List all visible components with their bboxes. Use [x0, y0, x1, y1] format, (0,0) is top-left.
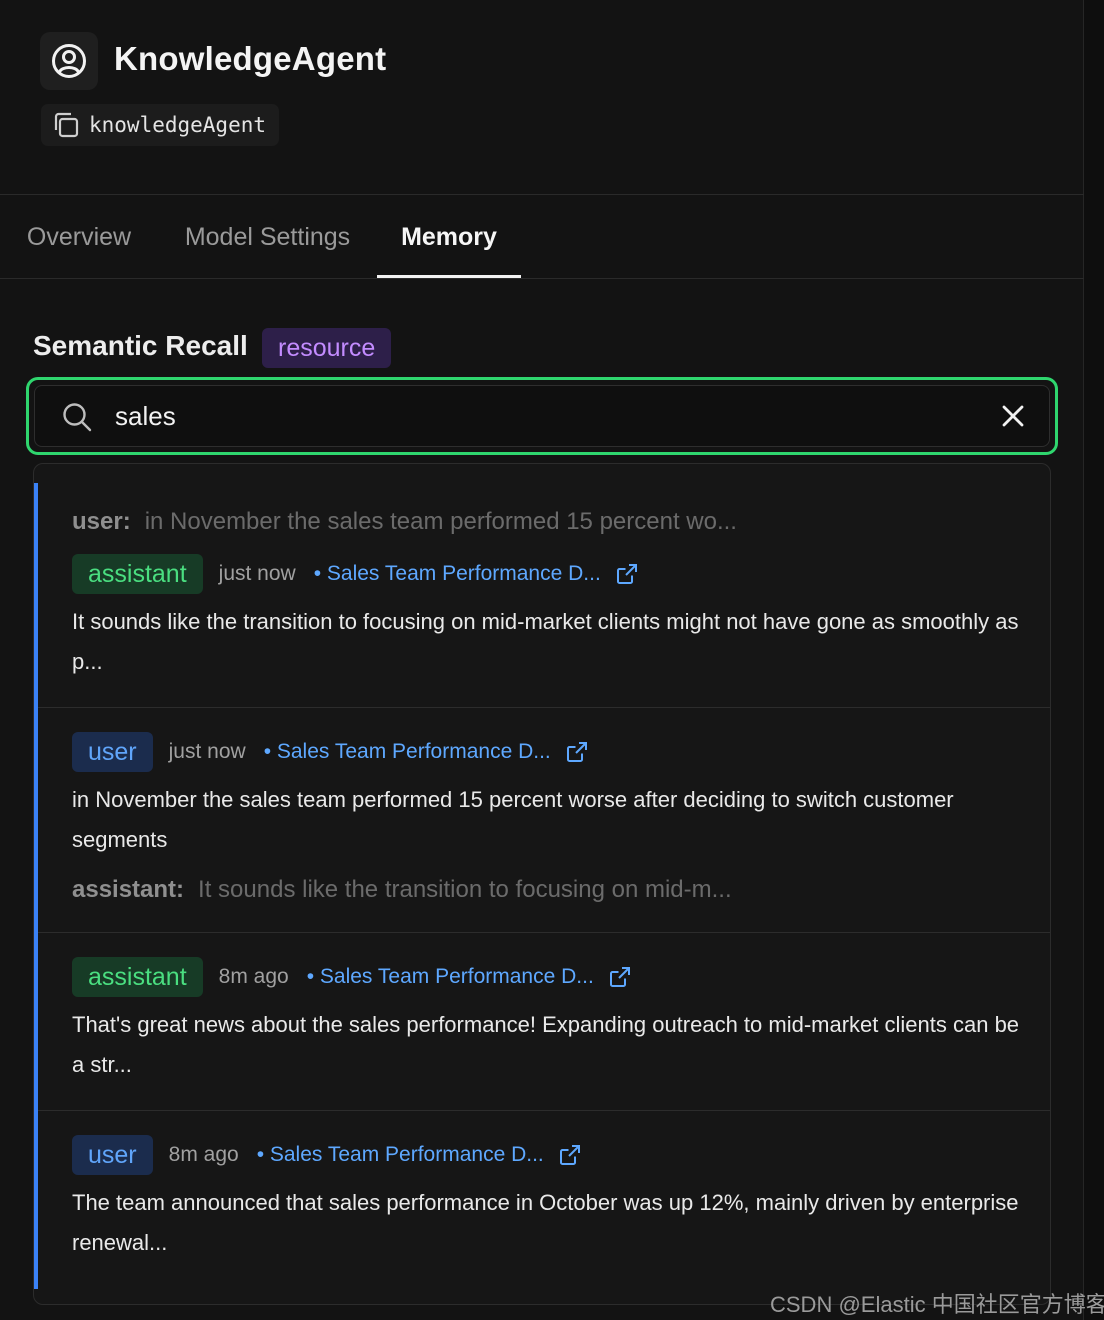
search-field [34, 385, 1050, 447]
message-text: That's great news about the sales perfor… [72, 1012, 1020, 1077]
role-badge: user [72, 732, 153, 772]
search-box [26, 377, 1058, 455]
thread-link[interactable]: • Sales Team Performance D... [257, 1143, 544, 1167]
list-item[interactable]: user 8m ago • Sales Team Performance D..… [38, 1111, 1050, 1301]
agent-id: knowledgeAgent [89, 113, 267, 137]
scope-badge: resource [262, 328, 392, 368]
context-message: user: in November the sales team performe… [72, 508, 737, 536]
semantic-recall-title: Semantic Recall [33, 330, 248, 361]
timestamp: 8m ago [218, 965, 289, 988]
agent-title: KnowledgeAgent [114, 40, 387, 77]
agent-id-copy-button[interactable]: knowledgeAgent [41, 104, 280, 146]
external-link-icon[interactable] [608, 965, 632, 989]
agent-avatar [40, 32, 98, 90]
external-link-icon[interactable] [615, 562, 639, 586]
message-meta: user 8m ago • Sales Team Performance D..… [72, 1135, 582, 1175]
role-badge: user [72, 1135, 153, 1175]
tab-overview[interactable]: Overview [25, 195, 133, 279]
search-icon [63, 403, 92, 432]
tab-bar: Overview Model Settings Memory [0, 195, 1084, 279]
timestamp: just now [218, 562, 296, 585]
timestamp: 8m ago [168, 1143, 239, 1166]
copy-icon [54, 112, 79, 138]
context-text: in November the sales team performed 15 … [144, 508, 737, 535]
message-text: in November the sales team performed 15 … [72, 787, 954, 852]
thread-link[interactable]: • Sales Team Performance D... [264, 740, 551, 764]
external-link-icon[interactable] [558, 1143, 582, 1167]
tabs-divider [0, 278, 1084, 279]
tab-memory[interactable]: Memory [377, 195, 521, 279]
list-item[interactable]: user: in November the sales team performe… [38, 464, 1050, 707]
context-role: user: [72, 508, 131, 535]
close-icon[interactable] [999, 402, 1027, 430]
recall-results-list: user: in November the sales team performe… [33, 463, 1051, 1305]
role-badge: assistant [72, 554, 203, 594]
context-message: assistant: It sounds like the transition … [72, 876, 732, 904]
context-role: assistant: [72, 876, 185, 903]
timestamp: just now [168, 740, 246, 763]
search-input[interactable] [115, 392, 975, 440]
thread-link[interactable]: • Sales Team Performance D... [307, 965, 594, 989]
external-link-icon[interactable] [565, 740, 589, 764]
message-text: It sounds like the transition to focusin… [72, 609, 1019, 674]
tab-model-settings[interactable]: Model Settings [182, 195, 353, 279]
message-meta: user just now • Sales Team Performance D… [72, 732, 589, 772]
list-item[interactable]: user just now • Sales Team Performance D… [38, 708, 1050, 932]
list-item[interactable]: assistant 8m ago • Sales Team Performanc… [38, 933, 1050, 1110]
role-badge: assistant [72, 957, 203, 997]
message-meta: assistant 8m ago • Sales Team Performanc… [72, 957, 632, 997]
user-circle-icon [52, 44, 86, 78]
message-text: The team announced that sales performanc… [72, 1190, 1019, 1255]
thread-link[interactable]: • Sales Team Performance D... [314, 562, 601, 586]
watermark: CSDN @Elastic 中国社区官方博客 [770, 1292, 1104, 1317]
context-text: It sounds like the transition to focusin… [198, 876, 732, 903]
agent-panel: KnowledgeAgent knowledgeAgent Overview M… [0, 0, 1084, 1320]
message-meta: assistant just now • Sales Team Performa… [72, 554, 639, 594]
